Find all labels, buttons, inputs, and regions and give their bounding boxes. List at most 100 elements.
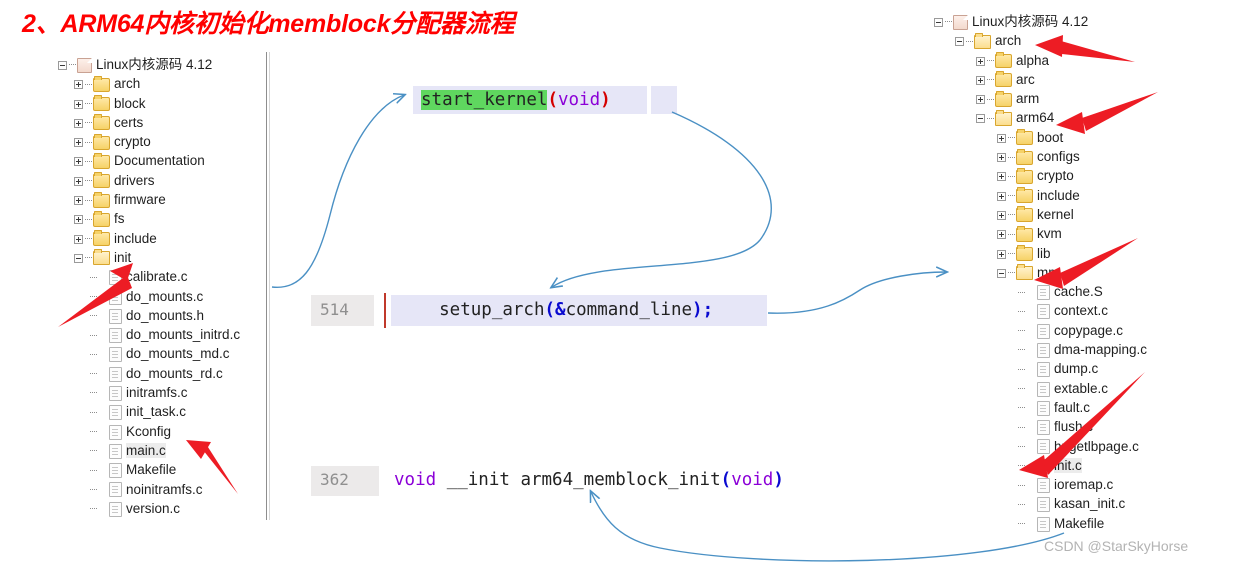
tree-node[interactable]: do_mounts.h bbox=[58, 306, 263, 325]
tree-connector bbox=[69, 64, 76, 66]
expand-icon[interactable] bbox=[997, 133, 1006, 143]
left-file-tree[interactable]: Linux内核源码 4.12 arch block certs crypto Docume… bbox=[58, 55, 263, 518]
expand-icon[interactable] bbox=[997, 191, 1006, 201]
tree-node[interactable]: context.c bbox=[934, 301, 1234, 320]
tree-node[interactable]: include bbox=[934, 186, 1234, 205]
tree-node[interactable]: arch bbox=[934, 31, 1234, 50]
tree-node[interactable]: kasan_init.c bbox=[934, 494, 1234, 513]
expand-icon[interactable] bbox=[997, 210, 1006, 220]
tree-node[interactable]: configs bbox=[934, 147, 1234, 166]
tree-node[interactable]: fault.c bbox=[934, 398, 1234, 417]
tree-connector bbox=[90, 488, 97, 491]
expand-icon[interactable] bbox=[74, 138, 83, 148]
code-setup-arch[interactable]: setup_arch(&command_line); bbox=[397, 300, 713, 320]
expand-icon[interactable] bbox=[74, 215, 83, 225]
expand-icon[interactable] bbox=[74, 118, 83, 128]
tree-connector bbox=[1018, 503, 1025, 506]
collapse-icon[interactable] bbox=[997, 268, 1006, 278]
tree-connector bbox=[85, 199, 92, 202]
tree-node[interactable]: block bbox=[58, 94, 263, 113]
tree-node[interactable]: init.c bbox=[934, 456, 1234, 475]
code-token: void bbox=[557, 90, 601, 110]
expand-icon[interactable] bbox=[976, 95, 985, 105]
tree-node[interactable]: mm bbox=[934, 263, 1234, 282]
tree-node[interactable]: crypto bbox=[934, 166, 1234, 185]
tree-node[interactable]: alpha bbox=[934, 51, 1234, 70]
tree-node[interactable]: do_mounts_rd.c bbox=[58, 364, 263, 383]
tree-node[interactable]: do_mounts_md.c bbox=[58, 344, 263, 363]
tree-node[interactable]: kvm bbox=[934, 224, 1234, 243]
tree-node[interactable]: version.c bbox=[58, 499, 263, 518]
expand-icon[interactable] bbox=[74, 157, 83, 167]
expand-icon[interactable] bbox=[997, 172, 1006, 182]
code-token: ( bbox=[720, 470, 732, 490]
tree-node[interactable]: arc bbox=[934, 70, 1234, 89]
tree-node[interactable]: dma-mapping.c bbox=[934, 340, 1234, 359]
expand-icon[interactable] bbox=[976, 56, 985, 66]
folder-open-icon bbox=[995, 109, 1012, 126]
expand-icon[interactable] bbox=[997, 153, 1006, 163]
expand-icon[interactable] bbox=[74, 234, 83, 244]
tree-node[interactable]: Linux内核源码 4.12 bbox=[58, 55, 263, 74]
collapse-icon[interactable] bbox=[955, 37, 964, 47]
tree-node[interactable]: arm bbox=[934, 89, 1234, 108]
expand-icon[interactable] bbox=[74, 99, 83, 109]
tree-node[interactable]: crypto bbox=[58, 132, 263, 151]
file-icon bbox=[1037, 342, 1050, 358]
collapse-icon[interactable] bbox=[976, 114, 985, 124]
expand-icon[interactable] bbox=[74, 176, 83, 186]
tree-node[interactable]: arm64 bbox=[934, 108, 1234, 127]
tree-node[interactable]: lib bbox=[934, 244, 1234, 263]
tree-connector bbox=[1008, 233, 1015, 236]
tree-node[interactable]: extable.c bbox=[934, 379, 1234, 398]
right-file-tree[interactable]: Linux内核源码 4.12 arch alpha arc arm arm64 boot co… bbox=[934, 12, 1234, 533]
tree-node[interactable]: copypage.c bbox=[934, 321, 1234, 340]
tree-node-label: main.c bbox=[126, 442, 166, 458]
tree-node[interactable]: noinitramfs.c bbox=[58, 480, 263, 499]
collapse-icon[interactable] bbox=[934, 17, 943, 27]
tree-node[interactable]: flush.c bbox=[934, 417, 1234, 436]
tree-node[interactable]: do_mounts_initrd.c bbox=[58, 325, 263, 344]
tree-node[interactable]: Linux内核源码 4.12 bbox=[934, 12, 1234, 31]
file-icon bbox=[1037, 458, 1050, 474]
tree-node[interactable]: boot bbox=[934, 128, 1234, 147]
tree-connector bbox=[85, 83, 92, 86]
tree-node[interactable]: kernel bbox=[934, 205, 1234, 224]
tree-node[interactable]: include bbox=[58, 229, 263, 248]
tree-node[interactable]: Makefile bbox=[58, 460, 263, 479]
tree-node[interactable]: calibrate.c bbox=[58, 267, 263, 286]
expand-icon[interactable] bbox=[997, 249, 1006, 259]
collapse-icon[interactable] bbox=[58, 60, 67, 70]
collapse-icon[interactable] bbox=[74, 253, 83, 263]
code-token: void bbox=[394, 470, 437, 490]
tree-node[interactable]: drivers bbox=[58, 171, 263, 190]
folder-icon bbox=[93, 191, 110, 208]
folder-icon bbox=[1016, 148, 1033, 165]
tree-node[interactable]: initramfs.c bbox=[58, 383, 263, 402]
tree-node[interactable]: Documentation bbox=[58, 151, 263, 170]
tree-node[interactable]: hugetlbpage.c bbox=[934, 437, 1234, 456]
tree-node[interactable]: ioremap.c bbox=[934, 475, 1234, 494]
tree-node[interactable]: dump.c bbox=[934, 359, 1234, 378]
tree-node[interactable]: Makefile bbox=[934, 514, 1234, 533]
code-start-kernel[interactable]: start_kernel(void) bbox=[421, 90, 611, 110]
tree-connector bbox=[85, 218, 92, 221]
tree-node[interactable]: Kconfig bbox=[58, 422, 263, 441]
folder-open-icon bbox=[974, 32, 991, 49]
tree-node[interactable]: certs bbox=[58, 113, 263, 132]
tree-node[interactable]: main.c bbox=[58, 441, 263, 460]
tree-node-label: arm64 bbox=[1016, 110, 1055, 126]
tree-connector bbox=[1018, 330, 1025, 332]
expand-icon[interactable] bbox=[74, 196, 83, 206]
code-arm64-memblock-init[interactable]: void __init arm64_memblock_init(void) bbox=[394, 470, 784, 490]
tree-node[interactable]: do_mounts.c bbox=[58, 287, 263, 306]
expand-icon[interactable] bbox=[976, 75, 985, 85]
tree-node[interactable]: firmware bbox=[58, 190, 263, 209]
tree-node[interactable]: cache.S bbox=[934, 282, 1234, 301]
tree-node[interactable]: init bbox=[58, 248, 263, 267]
expand-icon[interactable] bbox=[997, 230, 1006, 240]
tree-node[interactable]: arch bbox=[58, 74, 263, 93]
expand-icon[interactable] bbox=[74, 80, 83, 90]
tree-node[interactable]: fs bbox=[58, 209, 263, 228]
tree-node[interactable]: init_task.c bbox=[58, 402, 263, 421]
